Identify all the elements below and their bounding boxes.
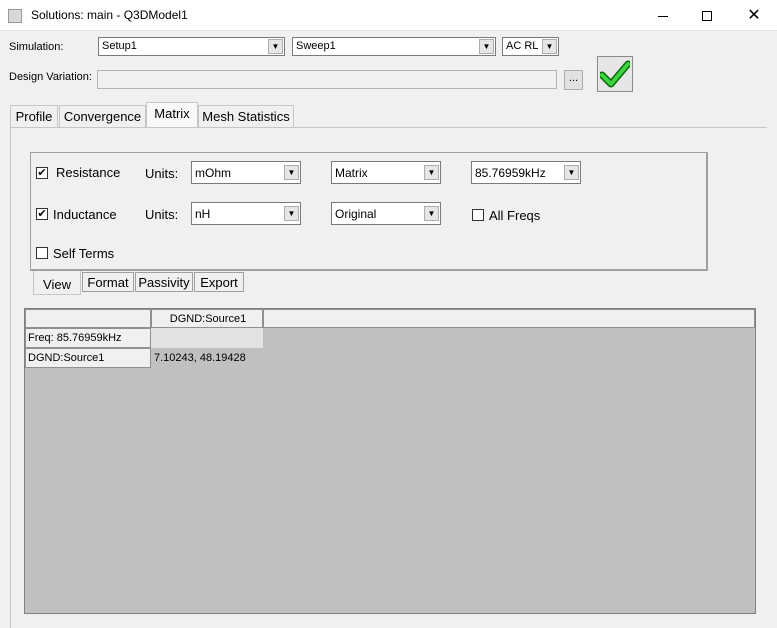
subtab-view[interactable]: View <box>33 271 81 295</box>
inductance-display-value: Original <box>335 207 377 221</box>
minimize-icon <box>658 16 668 17</box>
resistance-checkbox[interactable]: ✔ <box>36 167 48 179</box>
solution-type-value: AC RL <box>506 40 539 52</box>
chevron-down-icon: ▼ <box>284 206 299 221</box>
inductance-display-select[interactable]: Original ▼ <box>331 202 441 225</box>
chevron-down-icon: ▼ <box>284 165 299 180</box>
sweep-value: Sweep1 <box>296 40 336 52</box>
chevron-down-icon: ▼ <box>424 206 439 221</box>
grid-freq-cell <box>151 328 263 348</box>
chevron-down-icon: ▼ <box>424 165 439 180</box>
simulation-label: Simulation: <box>9 41 64 53</box>
resistance-display-value: Matrix <box>335 166 368 180</box>
sweep-select[interactable]: Sweep1 ▼ <box>292 37 496 56</box>
solution-type-select[interactable]: AC RL ▼ <box>502 37 559 56</box>
close-icon: ✕ <box>747 6 761 24</box>
grid-row-value[interactable]: 7.10243, 48.19428 <box>152 349 264 368</box>
frequency-value: 85.76959kHz <box>475 166 546 180</box>
subtab-export[interactable]: Export <box>194 272 244 292</box>
tab-matrix[interactable]: Matrix <box>146 102 198 127</box>
grid-freq-row-label[interactable]: Freq: 85.76959kHz <box>25 328 151 348</box>
design-variation-browse-button[interactable]: ... <box>564 70 583 90</box>
resistance-units-value: mOhm <box>195 166 231 180</box>
inductance-units-value: nH <box>195 207 211 221</box>
setup-select[interactable]: Setup1 ▼ <box>98 37 285 56</box>
subtab-format[interactable]: Format <box>82 272 134 292</box>
grid-row-label[interactable]: DGND:Source1 <box>25 348 151 368</box>
chevron-down-icon: ▼ <box>268 39 283 54</box>
all-freqs-label: All Freqs <box>489 208 541 223</box>
tab-convergence[interactable]: Convergence <box>59 105 146 127</box>
grid-corner-cell <box>25 309 151 328</box>
app-icon <box>8 9 22 23</box>
self-terms-label: Self Terms <box>53 246 115 261</box>
close-button[interactable]: ✕ <box>731 0 777 31</box>
setup-value: Setup1 <box>102 40 137 52</box>
window-title: Solutions: main - Q3DModel1 <box>31 8 188 22</box>
green-check-icon <box>600 60 630 88</box>
apply-button[interactable] <box>597 56 633 92</box>
minimize-button[interactable] <box>640 0 686 31</box>
grid-column-header[interactable]: DGND:Source1 <box>151 309 263 328</box>
tab-mesh-statistics[interactable]: Mesh Statistics <box>198 105 294 127</box>
title-bar: Solutions: main - Q3DModel1 ✕ <box>0 0 777 31</box>
chevron-down-icon: ▼ <box>542 39 557 54</box>
inductance-label: Inductance <box>53 207 117 222</box>
resistance-units-label: Units: <box>145 166 179 181</box>
inductance-units-select[interactable]: nH ▼ <box>191 202 301 225</box>
chevron-down-icon: ▼ <box>564 165 579 180</box>
resistance-label: Resistance <box>56 165 121 180</box>
design-variation-label: Design Variation: <box>9 71 92 83</box>
resistance-display-select[interactable]: Matrix ▼ <box>331 161 441 184</box>
design-variation-field[interactable] <box>97 70 557 89</box>
inductance-checkbox[interactable]: ✔ <box>36 208 48 220</box>
frequency-select[interactable]: 85.76959kHz ▼ <box>471 161 581 184</box>
resistance-units-select[interactable]: mOhm ▼ <box>191 161 301 184</box>
subtab-passivity[interactable]: Passivity <box>135 272 193 292</box>
tab-profile[interactable]: Profile <box>10 105 58 127</box>
chevron-down-icon: ▼ <box>479 39 494 54</box>
maximize-button[interactable] <box>684 0 730 31</box>
grid-header-filler <box>263 309 755 328</box>
self-terms-checkbox[interactable] <box>36 247 48 259</box>
maximize-icon <box>702 10 712 21</box>
matrix-grid[interactable]: DGND:Source1 Freq: 85.76959kHz DGND:Sour… <box>24 308 756 614</box>
inductance-units-label: Units: <box>145 207 179 222</box>
all-freqs-checkbox[interactable] <box>472 209 484 221</box>
